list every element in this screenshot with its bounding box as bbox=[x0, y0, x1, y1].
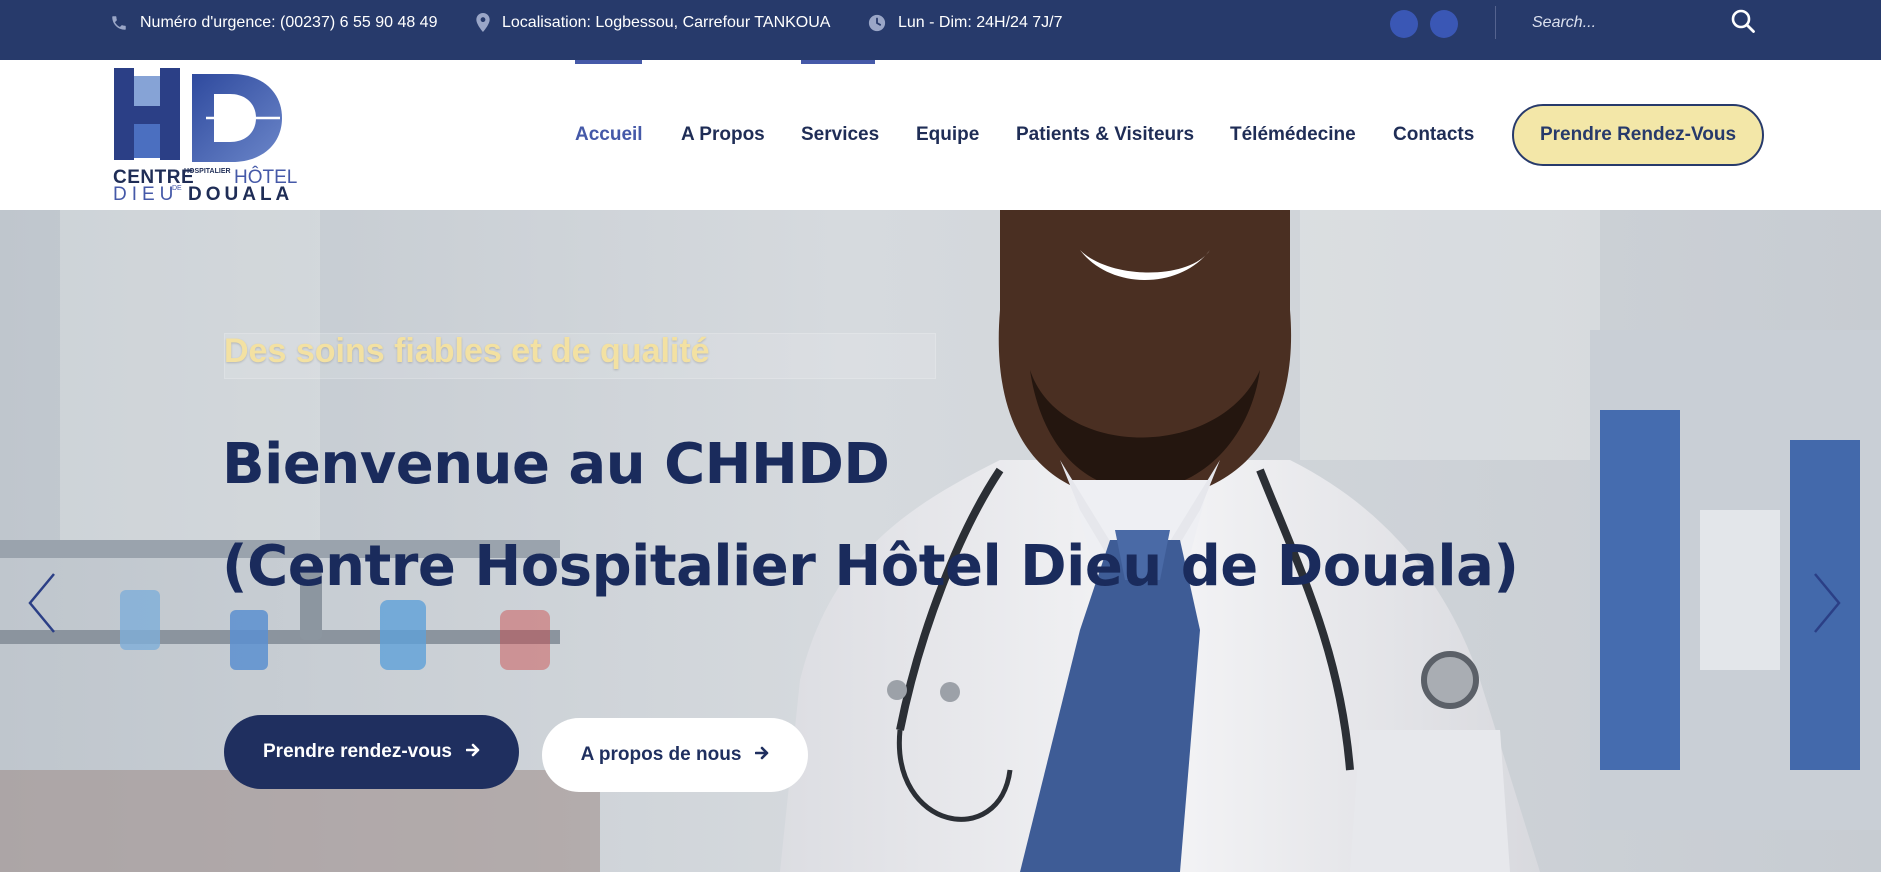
site-header: CENTRE HOSPITALIER HÔTEL DIEU DE DOUALA … bbox=[0, 60, 1881, 210]
search-icon bbox=[1730, 8, 1756, 39]
arrow-right-icon bbox=[452, 741, 480, 763]
slider-prev-button[interactable] bbox=[22, 570, 62, 640]
nav-equipe[interactable]: Equipe bbox=[916, 60, 979, 210]
divider bbox=[1495, 6, 1496, 39]
nav-patients-visiteurs[interactable]: Patients & Visiteurs bbox=[1016, 60, 1194, 210]
opening-hours-text: Lun - Dim: 24H/24 7J/7 bbox=[898, 13, 1063, 31]
emergency-phone-text: Numéro d'urgence: (00237) 6 55 90 48 49 bbox=[140, 13, 438, 31]
opening-hours: Lun - Dim: 24H/24 7J/7 bbox=[868, 0, 1063, 45]
nav-accueil[interactable]: Accueil bbox=[575, 60, 643, 210]
hero-appointment-label: Prendre rendez-vous bbox=[263, 741, 452, 762]
hero-title-line1: Bienvenue au CHHDD bbox=[222, 432, 890, 497]
nav-contacts[interactable]: Contacts bbox=[1393, 60, 1474, 210]
nav-telemedecine[interactable]: Télémédecine bbox=[1230, 60, 1356, 210]
location-pin-icon bbox=[476, 13, 502, 32]
hero-about-button[interactable]: A propos de nous bbox=[542, 718, 808, 792]
nav-services[interactable]: Services bbox=[801, 60, 879, 210]
emergency-phone[interactable]: Numéro d'urgence: (00237) 6 55 90 48 49 bbox=[110, 0, 437, 45]
book-appointment-button[interactable]: Prendre Rendez-Vous bbox=[1512, 104, 1764, 166]
hero-appointment-button[interactable]: Prendre rendez-vous bbox=[224, 715, 519, 789]
slider-next-button[interactable] bbox=[1807, 570, 1847, 640]
facebook-link-icon[interactable] bbox=[1390, 10, 1418, 38]
clock-icon bbox=[868, 14, 898, 32]
hero-about-label: A propos de nous bbox=[580, 744, 742, 765]
location: Localisation: Logbessou, Carrefour TANKO… bbox=[476, 0, 830, 45]
chevron-left-icon bbox=[27, 572, 57, 639]
search-button[interactable] bbox=[1728, 8, 1758, 38]
nav-a-propos[interactable]: A Propos bbox=[681, 60, 765, 210]
phone-icon bbox=[110, 14, 140, 32]
chevron-right-icon bbox=[1812, 572, 1842, 639]
hero-slider: Des soins fiables et de qualité Bienvenu… bbox=[0, 210, 1881, 872]
search-input[interactable] bbox=[1516, 6, 1761, 39]
arrow-right-icon bbox=[741, 744, 769, 766]
hospital-logo[interactable]: CENTRE HOSPITALIER HÔTEL DIEU DE DOUALA bbox=[110, 66, 305, 205]
hero-tagline: Des soins fiables et de qualité bbox=[224, 332, 710, 370]
location-text: Localisation: Logbessou, Carrefour TANKO… bbox=[502, 13, 831, 31]
top-info-bar: Numéro d'urgence: (00237) 6 55 90 48 49 … bbox=[0, 0, 1881, 60]
social-link-icon[interactable] bbox=[1430, 10, 1458, 38]
hero-title-line2: (Centre Hospitalier Hôtel Dieu de Douala… bbox=[222, 534, 1519, 599]
